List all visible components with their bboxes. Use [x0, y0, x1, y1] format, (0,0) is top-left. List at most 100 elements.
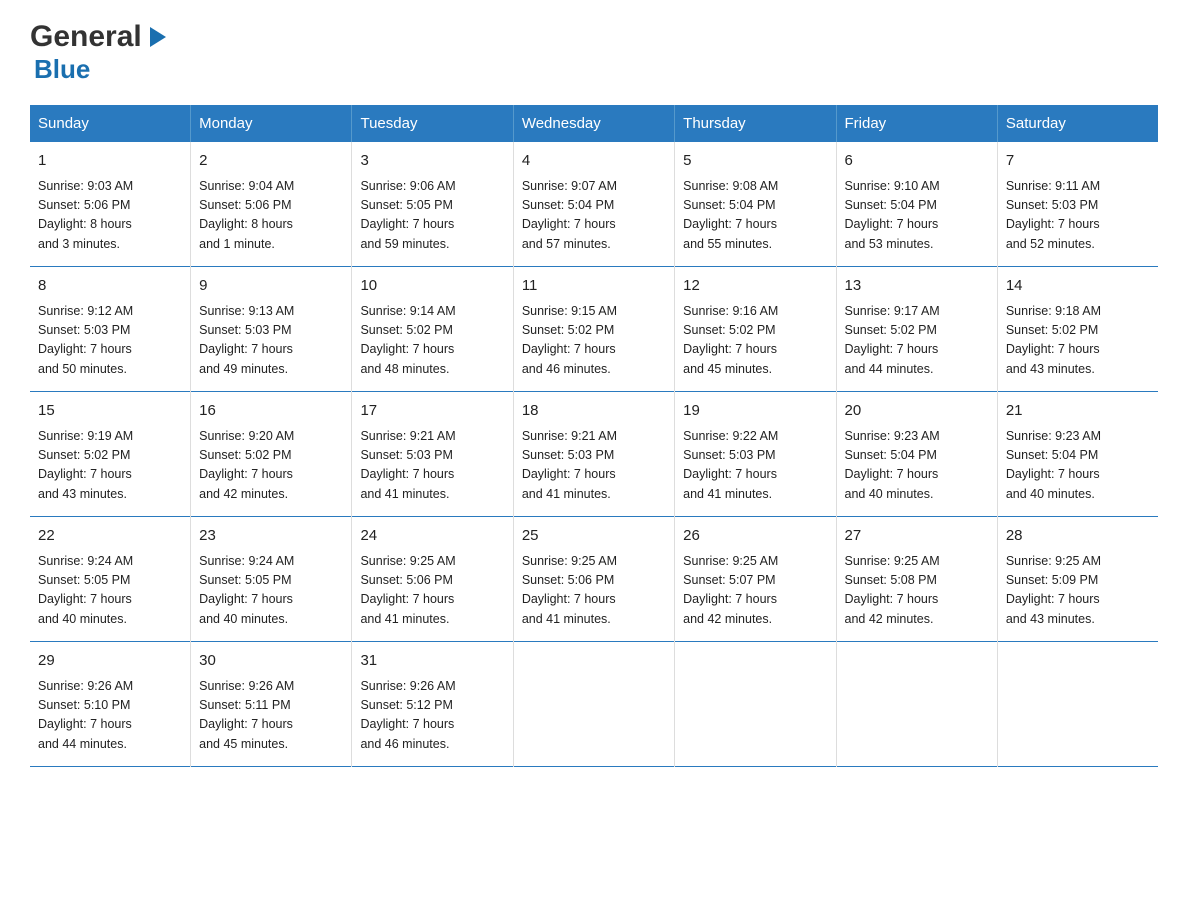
calendar-cell: 11 Sunrise: 9:15 AM Sunset: 5:02 PM Dayli…: [513, 267, 674, 392]
day-number: 4: [522, 150, 666, 173]
day-number: 16: [199, 400, 343, 423]
logo-general: General: [30, 20, 142, 54]
day-number: 8: [38, 275, 182, 298]
logo: General Blue: [30, 20, 172, 85]
day-number: 3: [360, 150, 504, 173]
day-info: Sunrise: 9:10 AM Sunset: 5:04 PM Dayligh…: [845, 177, 989, 255]
day-info: Sunrise: 9:26 AM Sunset: 5:10 PM Dayligh…: [38, 677, 182, 755]
calendar-cell: [836, 642, 997, 767]
calendar-week-row: 8 Sunrise: 9:12 AM Sunset: 5:03 PM Daylig…: [30, 267, 1158, 392]
calendar-table: SundayMondayTuesdayWednesdayThursdayFrid…: [30, 105, 1158, 767]
day-info: Sunrise: 9:11 AM Sunset: 5:03 PM Dayligh…: [1006, 177, 1150, 255]
calendar-cell: 23 Sunrise: 9:24 AM Sunset: 5:05 PM Dayli…: [191, 517, 352, 642]
calendar-header-friday: Friday: [836, 105, 997, 142]
calendar-cell: 1 Sunrise: 9:03 AM Sunset: 5:06 PM Daylig…: [30, 142, 191, 267]
calendar-cell: 21 Sunrise: 9:23 AM Sunset: 5:04 PM Dayli…: [997, 392, 1158, 517]
day-number: 26: [683, 525, 827, 548]
day-number: 6: [845, 150, 989, 173]
day-number: 13: [845, 275, 989, 298]
day-info: Sunrise: 9:15 AM Sunset: 5:02 PM Dayligh…: [522, 302, 666, 380]
day-info: Sunrise: 9:16 AM Sunset: 5:02 PM Dayligh…: [683, 302, 827, 380]
day-info: Sunrise: 9:19 AM Sunset: 5:02 PM Dayligh…: [38, 427, 182, 505]
calendar-cell: 7Sunrise: 9:11 AM Sunset: 5:03 PM Daylig…: [997, 142, 1158, 267]
day-info: Sunrise: 9:12 AM Sunset: 5:03 PM Dayligh…: [38, 302, 182, 380]
calendar-cell: 15 Sunrise: 9:19 AM Sunset: 5:02 PM Dayli…: [30, 392, 191, 517]
day-info: Sunrise: 9:26 AM Sunset: 5:11 PM Dayligh…: [199, 677, 343, 755]
calendar-cell: 6 Sunrise: 9:10 AM Sunset: 5:04 PM Daylig…: [836, 142, 997, 267]
day-info: Sunrise: 9:22 AM Sunset: 5:03 PM Dayligh…: [683, 427, 827, 505]
calendar-cell: 31Sunrise: 9:26 AM Sunset: 5:12 PM Dayli…: [352, 642, 513, 767]
calendar-cell: 26 Sunrise: 9:25 AM Sunset: 5:07 PM Dayli…: [675, 517, 836, 642]
day-info: Sunrise: 9:23 AM Sunset: 5:04 PM Dayligh…: [1006, 427, 1150, 505]
day-info: Sunrise: 9:25 AM Sunset: 5:09 PM Dayligh…: [1006, 552, 1150, 630]
day-info: Sunrise: 9:06 AM Sunset: 5:05 PM Dayligh…: [360, 177, 504, 255]
calendar-week-row: 15 Sunrise: 9:19 AM Sunset: 5:02 PM Dayli…: [30, 392, 1158, 517]
day-info: Sunrise: 9:13 AM Sunset: 5:03 PM Dayligh…: [199, 302, 343, 380]
calendar-cell: 14 Sunrise: 9:18 AM Sunset: 5:02 PM Dayli…: [997, 267, 1158, 392]
day-number: 2: [199, 150, 343, 173]
day-number: 20: [845, 400, 989, 423]
calendar-cell: 16 Sunrise: 9:20 AM Sunset: 5:02 PM Dayli…: [191, 392, 352, 517]
day-number: 29: [38, 650, 182, 673]
calendar-cell: 19 Sunrise: 9:22 AM Sunset: 5:03 PM Dayli…: [675, 392, 836, 517]
day-number: 25: [522, 525, 666, 548]
calendar-header-monday: Monday: [191, 105, 352, 142]
day-number: 11: [522, 275, 666, 298]
calendar-cell: 9 Sunrise: 9:13 AM Sunset: 5:03 PM Daylig…: [191, 267, 352, 392]
day-info: Sunrise: 9:25 AM Sunset: 5:07 PM Dayligh…: [683, 552, 827, 630]
day-info: Sunrise: 9:03 AM Sunset: 5:06 PM Dayligh…: [38, 177, 182, 255]
calendar-cell: 18Sunrise: 9:21 AM Sunset: 5:03 PM Dayli…: [513, 392, 674, 517]
calendar-cell: 4Sunrise: 9:07 AM Sunset: 5:04 PM Daylig…: [513, 142, 674, 267]
logo-blue: Blue: [34, 54, 90, 85]
calendar-cell: 3 Sunrise: 9:06 AM Sunset: 5:05 PM Daylig…: [352, 142, 513, 267]
day-number: 17: [360, 400, 504, 423]
day-number: 19: [683, 400, 827, 423]
calendar-week-row: 22 Sunrise: 9:24 AM Sunset: 5:05 PM Dayli…: [30, 517, 1158, 642]
calendar-cell: 20 Sunrise: 9:23 AM Sunset: 5:04 PM Dayli…: [836, 392, 997, 517]
day-info: Sunrise: 9:20 AM Sunset: 5:02 PM Dayligh…: [199, 427, 343, 505]
calendar-cell: 17Sunrise: 9:21 AM Sunset: 5:03 PM Dayli…: [352, 392, 513, 517]
day-info: Sunrise: 9:26 AM Sunset: 5:12 PM Dayligh…: [360, 677, 504, 755]
calendar-cell: 12 Sunrise: 9:16 AM Sunset: 5:02 PM Dayli…: [675, 267, 836, 392]
calendar-cell: 25 Sunrise: 9:25 AM Sunset: 5:06 PM Dayli…: [513, 517, 674, 642]
day-number: 15: [38, 400, 182, 423]
calendar-cell: [997, 642, 1158, 767]
day-number: 14: [1006, 275, 1150, 298]
day-number: 21: [1006, 400, 1150, 423]
calendar-cell: 24 Sunrise: 9:25 AM Sunset: 5:06 PM Dayli…: [352, 517, 513, 642]
calendar-cell: [513, 642, 674, 767]
day-number: 1: [38, 150, 182, 173]
day-number: 10: [360, 275, 504, 298]
calendar-header-thursday: Thursday: [675, 105, 836, 142]
calendar-week-row: 29 Sunrise: 9:26 AM Sunset: 5:10 PM Dayli…: [30, 642, 1158, 767]
calendar-header-tuesday: Tuesday: [352, 105, 513, 142]
day-number: 9: [199, 275, 343, 298]
page-header: General Blue: [30, 20, 1158, 85]
day-info: Sunrise: 9:25 AM Sunset: 5:06 PM Dayligh…: [522, 552, 666, 630]
day-info: Sunrise: 9:24 AM Sunset: 5:05 PM Dayligh…: [38, 552, 182, 630]
calendar-cell: 2 Sunrise: 9:04 AM Sunset: 5:06 PM Daylig…: [191, 142, 352, 267]
day-number: 5: [683, 150, 827, 173]
day-info: Sunrise: 9:24 AM Sunset: 5:05 PM Dayligh…: [199, 552, 343, 630]
calendar-header-saturday: Saturday: [997, 105, 1158, 142]
calendar-cell: 30Sunrise: 9:26 AM Sunset: 5:11 PM Dayli…: [191, 642, 352, 767]
day-number: 18: [522, 400, 666, 423]
day-number: 23: [199, 525, 343, 548]
day-number: 22: [38, 525, 182, 548]
calendar-header-wednesday: Wednesday: [513, 105, 674, 142]
calendar-cell: 27Sunrise: 9:25 AM Sunset: 5:08 PM Dayli…: [836, 517, 997, 642]
day-info: Sunrise: 9:23 AM Sunset: 5:04 PM Dayligh…: [845, 427, 989, 505]
day-info: Sunrise: 9:08 AM Sunset: 5:04 PM Dayligh…: [683, 177, 827, 255]
day-number: 27: [845, 525, 989, 548]
day-number: 12: [683, 275, 827, 298]
logo-arrow-icon: [144, 23, 172, 51]
day-info: Sunrise: 9:25 AM Sunset: 5:06 PM Dayligh…: [360, 552, 504, 630]
calendar-cell: 10Sunrise: 9:14 AM Sunset: 5:02 PM Dayli…: [352, 267, 513, 392]
day-number: 24: [360, 525, 504, 548]
calendar-cell: [675, 642, 836, 767]
day-info: Sunrise: 9:04 AM Sunset: 5:06 PM Dayligh…: [199, 177, 343, 255]
day-info: Sunrise: 9:17 AM Sunset: 5:02 PM Dayligh…: [845, 302, 989, 380]
calendar-cell: 13 Sunrise: 9:17 AM Sunset: 5:02 PM Dayli…: [836, 267, 997, 392]
day-info: Sunrise: 9:18 AM Sunset: 5:02 PM Dayligh…: [1006, 302, 1150, 380]
calendar-cell: 28Sunrise: 9:25 AM Sunset: 5:09 PM Dayli…: [997, 517, 1158, 642]
